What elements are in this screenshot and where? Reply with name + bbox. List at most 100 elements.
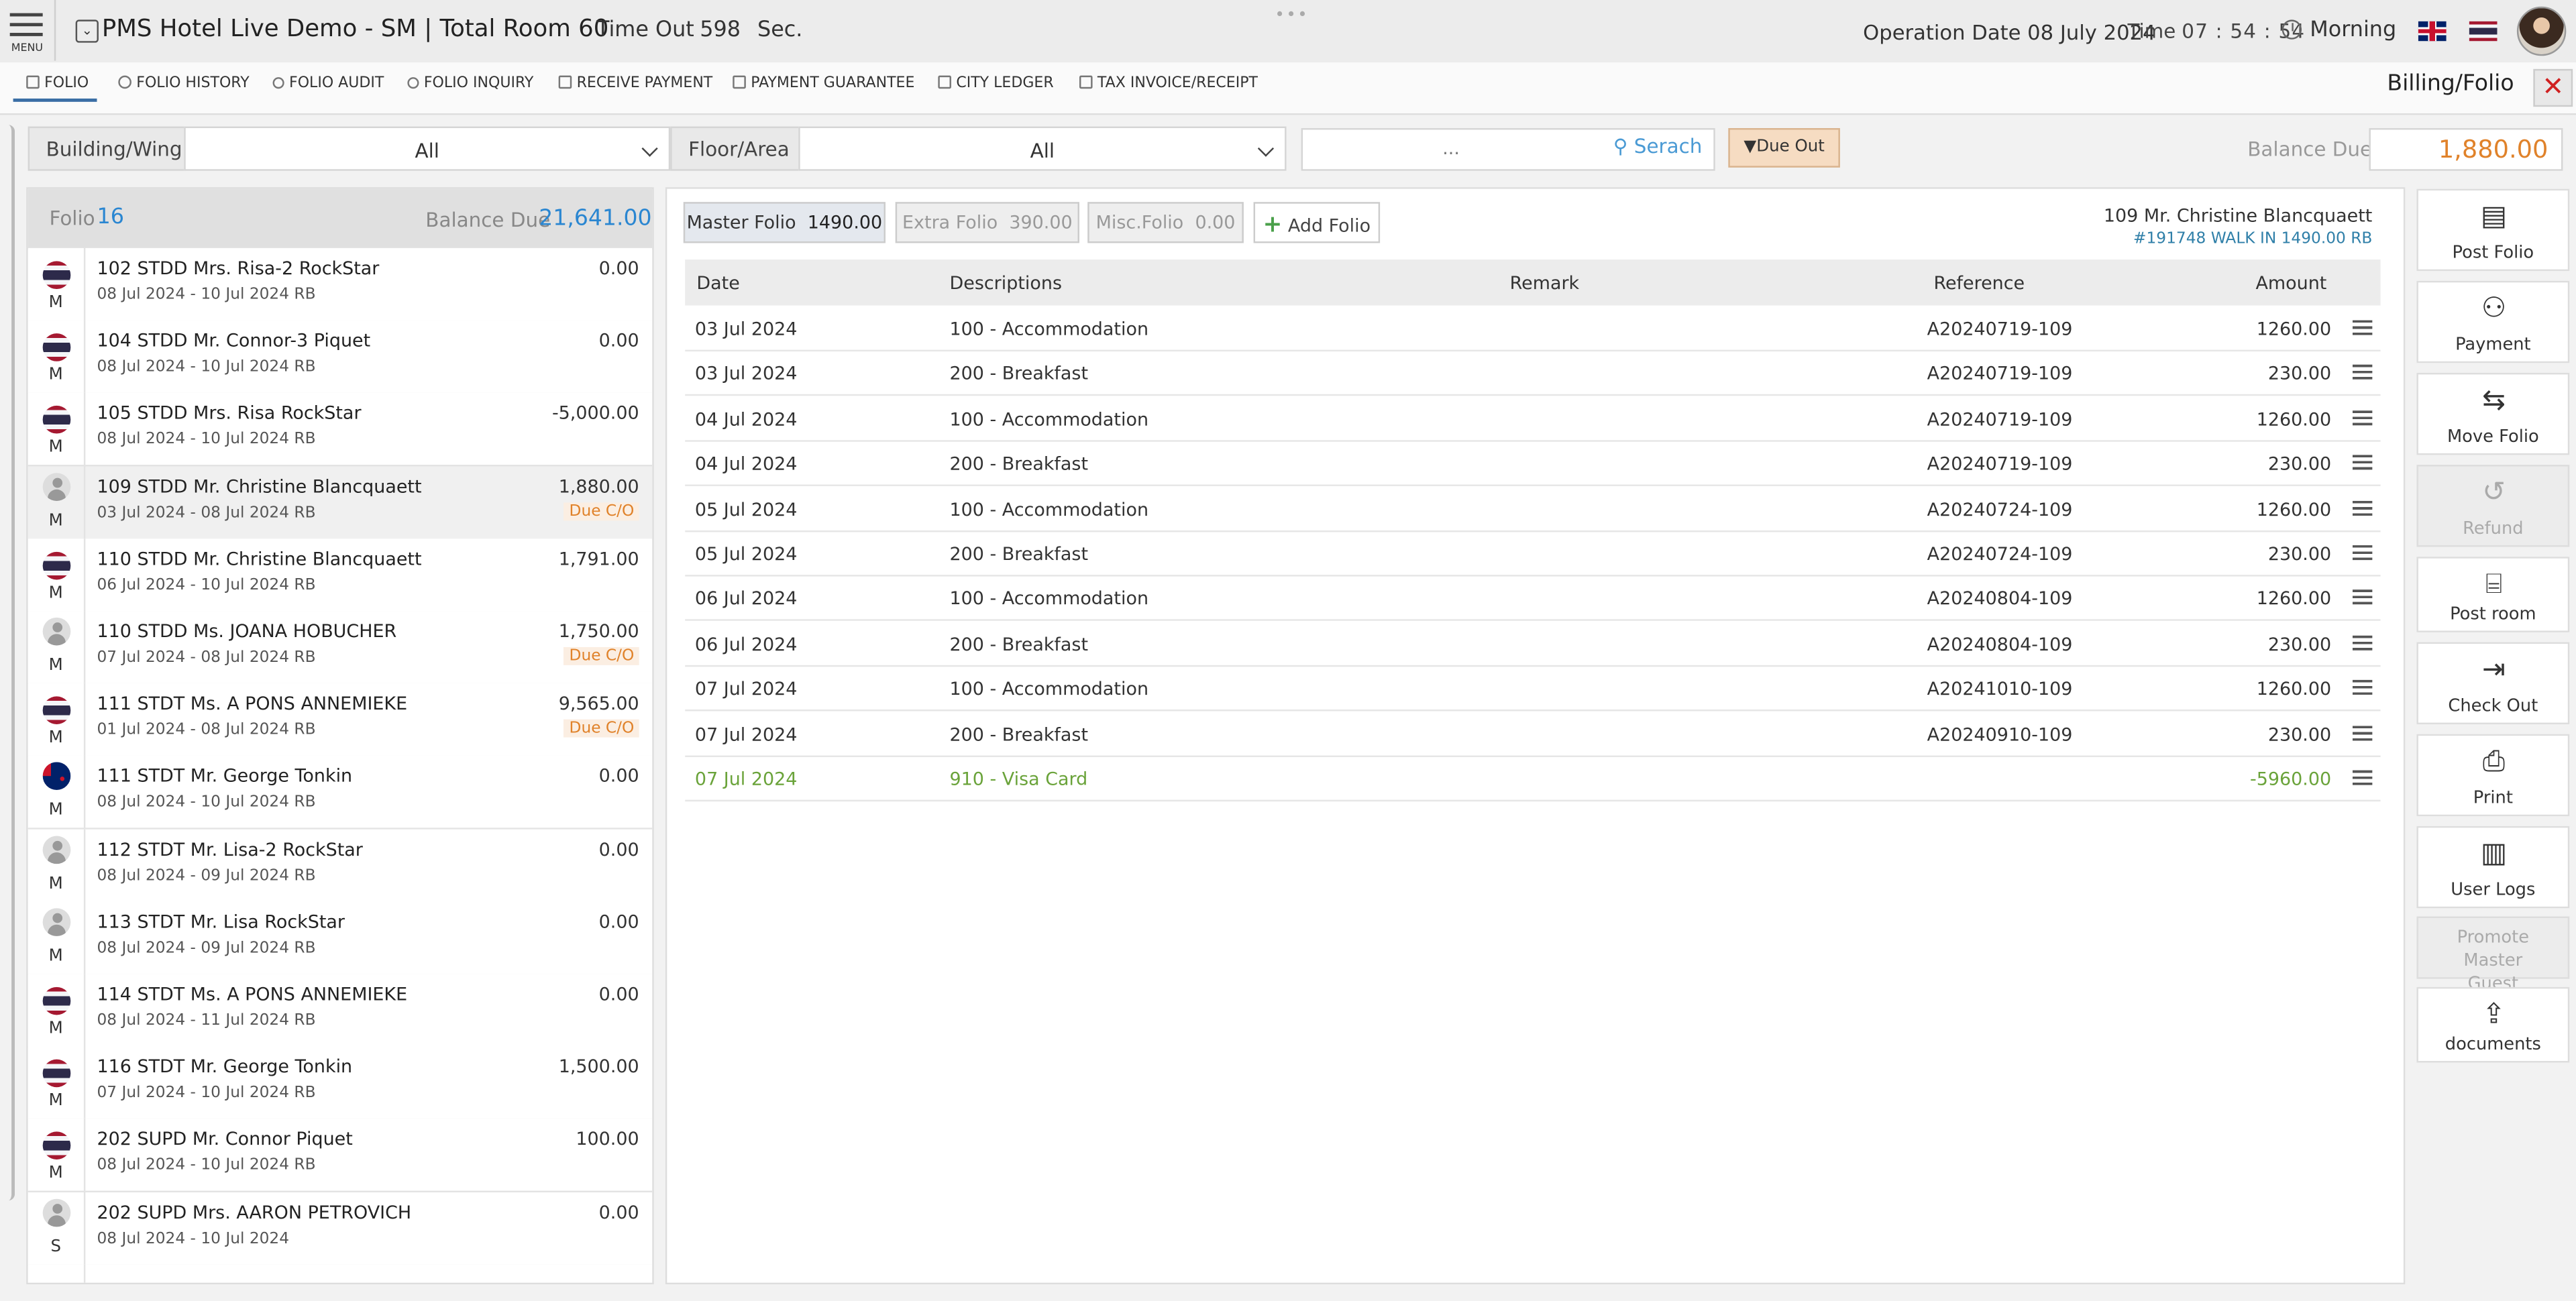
menu-button[interactable]: MENU: [0, 0, 56, 61]
check-out-button[interactable]: ⇥ Check Out: [2416, 642, 2570, 725]
book-icon: ▥: [2480, 837, 2508, 870]
table-row[interactable]: 06 Jul 2024 200 - Breakfast A20240804-109 2…: [685, 620, 2381, 667]
misc-folio-tab[interactable]: Misc.Folio 0.00: [1087, 202, 1244, 243]
row-menu-icon[interactable]: [2352, 545, 2373, 561]
top-bar: MENU ⌄ PMS Hotel Live Demo - SM | Total …: [0, 0, 2576, 64]
master-folio-value: 1490.00: [807, 211, 883, 233]
tab-folio-audit[interactable]: FOLIO AUDIT: [272, 76, 384, 92]
search-button[interactable]: ⚲ Serach: [1613, 135, 1703, 158]
post-folio-button[interactable]: ▤ Post Folio: [2416, 188, 2570, 272]
table-row[interactable]: 07 Jul 2024 100 - Accommodation A20241010-…: [685, 665, 2381, 712]
post-room-button[interactable]: ⌸ Post room: [2416, 557, 2570, 632]
row-description: 100 - Accommodation: [949, 678, 1149, 700]
guest-amount: 1,500.00: [558, 1056, 639, 1078]
guest-list-item[interactable]: M 202 SUPD Mr. Connor Piquet 08 Jul 2024 -…: [28, 1119, 653, 1193]
tab-label: RECEIVE PAYMENT: [576, 75, 713, 93]
guest-type: M: [48, 947, 63, 966]
table-row[interactable]: 04 Jul 2024 200 - Breakfast A20240719-109 2…: [685, 441, 2381, 487]
search-icon: [272, 77, 284, 89]
add-folio-label: Add Folio: [1287, 215, 1371, 237]
documents-button[interactable]: ⇪ documents: [2416, 986, 2570, 1063]
guest-list-item[interactable]: M 110 STDD Ms. JOANA HOBUCHER 07 Jul 2024 …: [28, 611, 653, 685]
tab-receive-payment[interactable]: RECEIVE PAYMENT: [558, 75, 713, 93]
person-icon: [42, 1198, 71, 1227]
guest-list-item[interactable]: M 112 STDT Mr. Lisa-2 RockStar 08 Jul 2024…: [28, 828, 653, 903]
building-wing-select[interactable]: All: [184, 126, 671, 171]
chevron-down-icon: [641, 140, 658, 157]
promote-master-guest-button[interactable]: Promote Master Guest: [2416, 916, 2570, 994]
table-row[interactable]: 03 Jul 2024 200 - Breakfast A20240719-109 2…: [685, 351, 2381, 397]
tab-folio-history[interactable]: FOLIO HISTORY: [118, 75, 250, 92]
floor-area-select[interactable]: All: [798, 126, 1287, 171]
row-menu-icon[interactable]: [2352, 770, 2373, 785]
row-menu-icon[interactable]: [2352, 410, 2373, 425]
refund-button[interactable]: ↺ Refund: [2416, 465, 2570, 547]
guest-name: 105 STDD Mrs. Risa RockStar: [97, 402, 362, 425]
row-amount: 1260.00: [2256, 408, 2332, 431]
table-row[interactable]: 06 Jul 2024 100 - Accommodation A20240804-…: [685, 575, 2381, 622]
drag-handle-icon[interactable]: •••: [1275, 7, 1309, 25]
guest-list-item[interactable]: M 110 STDD Mr. Christine Blancquaett 06 Ju…: [28, 538, 653, 612]
guest-list-item[interactable]: M 111 STDT Mr. George Tonkin 08 Jul 2024 -…: [28, 756, 653, 830]
guest-amount: 0.00: [598, 258, 639, 280]
user-avatar[interactable]: [2516, 6, 2567, 56]
tab-payment-guarantee[interactable]: PAYMENT GUARANTEE: [733, 75, 914, 92]
master-folio-tab[interactable]: Master Folio 1490.00: [683, 202, 886, 243]
row-menu-icon[interactable]: [2352, 320, 2373, 335]
print-button[interactable]: ⎙ Print: [2416, 734, 2570, 817]
move-folio-button[interactable]: ⇆ Move Folio: [2416, 372, 2570, 455]
row-description: 100 - Accommodation: [949, 408, 1149, 431]
guest-icon-cell: M: [28, 611, 86, 683]
table-row[interactable]: 05 Jul 2024 200 - Breakfast A20240724-109 2…: [685, 530, 2381, 577]
shift-label: Morning: [2310, 17, 2397, 43]
tab-label: FOLIO INQUIRY: [423, 75, 534, 93]
guest-list-item[interactable]: M 116 STDT Mr. George Tonkin 07 Jul 2024 -…: [28, 1046, 653, 1121]
guest-list-item[interactable]: M 102 STDD Mrs. Risa-2 RockStar 08 Jul 202…: [28, 247, 653, 323]
tab-tax-invoice[interactable]: TAX INVOICE/RECEIPT: [1079, 75, 1258, 92]
row-amount: 230.00: [2267, 543, 2332, 565]
guest-list-item[interactable]: M 111 STDT Ms. A PONS ANNEMIEKE 01 Jul 202…: [28, 683, 653, 758]
english-flag-icon[interactable]: [2418, 21, 2447, 42]
row-menu-icon[interactable]: [2352, 590, 2373, 606]
add-folio-button[interactable]: + Add Folio: [1253, 202, 1381, 243]
table-row[interactable]: 04 Jul 2024 100 - Accommodation A20240719-…: [685, 396, 2381, 442]
guest-list-item[interactable]: S 202 SUPD Mrs. AARON PETROVICH 08 Jul 202…: [28, 1191, 653, 1266]
extra-folio-tab[interactable]: Extra Folio 390.00: [895, 202, 1079, 243]
table-row[interactable]: 03 Jul 2024 100 - Accommodation A20240719-…: [685, 306, 2381, 352]
side-drawer-handle[interactable]: [0, 125, 15, 1201]
tab-city-ledger[interactable]: CITY LEDGER: [938, 75, 1054, 92]
guest-icon-cell: M: [28, 247, 86, 321]
tab-folio-inquiry[interactable]: FOLIO INQUIRY: [407, 76, 533, 92]
thai-flag-icon[interactable]: [2469, 21, 2498, 42]
row-menu-icon[interactable]: [2352, 725, 2373, 740]
filter-icon: ▼: [1743, 137, 1757, 156]
guest-amount: 1,791.00: [558, 548, 639, 570]
row-menu-icon[interactable]: [2352, 680, 2373, 695]
guest-list-item-partial[interactable]: [28, 1264, 653, 1283]
person-icon: [42, 835, 71, 864]
table-row[interactable]: 07 Jul 2024 910 - Visa Card -5960.00: [685, 756, 2381, 802]
guest-name: 116 STDT Mr. George Tonkin: [97, 1056, 353, 1078]
guest-list-item[interactable]: M 104 STDD Mr. Connor-3 Piquet 08 Jul 2024…: [28, 321, 653, 395]
row-reference: A20240719-109: [1927, 363, 2073, 386]
tab-folio[interactable]: FOLIO: [26, 75, 89, 92]
payment-button[interactable]: ⚇ Payment: [2416, 280, 2570, 363]
close-button[interactable]: ✕: [2533, 68, 2573, 107]
table-row[interactable]: 05 Jul 2024 100 - Accommodation A20240724-…: [685, 486, 2381, 532]
table-row[interactable]: 07 Jul 2024 200 - Breakfast A20240910-109 2…: [685, 710, 2381, 756]
row-menu-icon[interactable]: [2352, 500, 2373, 515]
guest-list-item[interactable]: M 114 STDT Ms. A PONS ANNEMIEKE 08 Jul 202…: [28, 974, 653, 1048]
due-out-button[interactable]: ▼Due Out: [1728, 128, 1840, 168]
nationality-flag-icon: [42, 696, 71, 725]
guest-list-item[interactable]: M 105 STDD Mrs. Risa RockStar 08 Jul 2024 …: [28, 393, 653, 467]
row-menu-icon[interactable]: [2352, 635, 2373, 650]
guest-list-item[interactable]: M 113 STDT Mr. Lisa RockStar 08 Jul 2024 -…: [28, 901, 653, 976]
row-menu-icon[interactable]: [2352, 455, 2373, 470]
row-amount: 1260.00: [2256, 498, 2332, 520]
guest-icon-cell: M: [28, 538, 86, 611]
chevron-down-icon[interactable]: ⌄: [75, 19, 99, 43]
nationality-flag-icon: [42, 551, 71, 579]
guest-list-item[interactable]: M 109 STDD Mr. Christine Blancquaett 03 Ju…: [28, 465, 653, 540]
user-logs-button[interactable]: ▥ User Logs: [2416, 826, 2570, 909]
row-menu-icon[interactable]: [2352, 365, 2373, 380]
